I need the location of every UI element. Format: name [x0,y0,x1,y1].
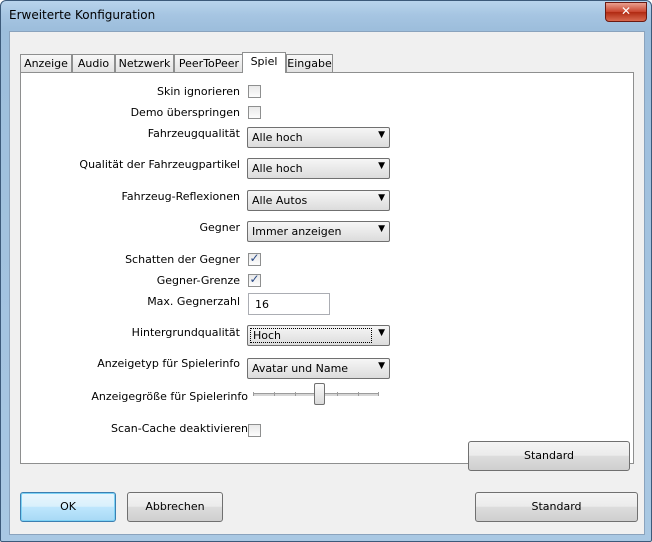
hintergrundqualitaet-value: Hoch [250,328,372,343]
standard-button[interactable]: Standard [475,492,638,522]
tab-spiel[interactable]: Spiel [242,52,286,73]
hintergrundqualitaet-select[interactable]: Hoch ▼ [247,325,390,346]
slider-tick [337,392,338,396]
scan-cache-label: Scan-Cache deaktivieren [110,422,248,435]
slider-tick [358,392,359,396]
chevron-down-icon: ▼ [378,161,385,171]
fahrzeug-reflexionen-label: Fahrzeug-Reflexionen [121,190,240,203]
skin-ignorieren-label: Skin ignorieren [157,85,240,98]
chevron-down-icon: ▼ [378,193,385,203]
demo-ueberspringen-checkbox[interactable] [248,106,261,119]
anzeigegroesse-spielerinfo-slider[interactable] [253,383,379,405]
spiel-tab-panel: Skin ignorieren Demo überspringen Fahrze… [20,72,634,464]
tab-audio[interactable]: Audio [72,54,115,72]
slider-tick [274,392,275,396]
fahrzeugpartikel-label: Qualität der Fahrzeugpartikel [79,158,240,171]
gegner-label: Gegner [199,221,240,234]
anzeigetyp-spielerinfo-value: Avatar und Name [252,362,349,375]
tab-anzeige[interactable]: Anzeige [20,54,72,72]
fahrzeug-reflexionen-value: Alle Autos [252,194,308,207]
title-bar[interactable]: Erweiterte Konfiguration ✕ [1,1,651,31]
slider-tick [295,392,296,396]
fahrzeugqualitaet-label: Fahrzeugqualität [147,127,240,140]
chevron-down-icon: ▼ [378,361,385,371]
gegner-grenze-checkbox[interactable]: ✓ [248,272,261,287]
skin-ignorieren-checkbox[interactable] [248,85,261,98]
tab-eingabe[interactable]: Eingabe [286,54,333,72]
ok-button[interactable]: OK [20,492,116,522]
anzeigetyp-spielerinfo-label: Anzeigetyp für Spielerinfo [97,357,240,370]
window-title: Erweiterte Konfiguration [9,8,156,22]
slider-thumb[interactable] [314,383,325,405]
fahrzeug-reflexionen-select[interactable]: Alle Autos ▼ [247,190,390,211]
chevron-down-icon: ▼ [378,328,385,338]
slider-tick [378,392,379,396]
scan-cache-checkbox[interactable] [248,424,261,437]
chevron-down-icon: ▼ [378,130,385,140]
max-gegnerzahl-input[interactable]: 16 [248,293,330,315]
fahrzeugpartikel-select[interactable]: Alle hoch ▼ [247,158,390,179]
gegner-select[interactable]: Immer anzeigen ▼ [247,221,390,242]
close-icon: ✕ [620,4,632,18]
dialog-window: Erweiterte Konfiguration ✕ Anzeige Audio… [0,0,652,542]
schatten-gegner-label: Schatten der Gegner [125,253,240,266]
gegner-grenze-label: Gegner-Grenze [156,274,240,287]
check-icon: ✓ [249,272,260,286]
check-icon: ✓ [249,251,260,265]
gegner-value: Immer anzeigen [252,225,342,238]
anzeigegroesse-spielerinfo-label: Anzeigegröße für Spielerinfo [91,390,248,403]
tab-peertopeer[interactable]: PeerToPeer [174,54,244,72]
tab-netzwerk[interactable]: Netzwerk [115,54,174,72]
max-gegnerzahl-label: Max. Gegnerzahl [147,295,240,308]
slider-tick [253,392,254,396]
close-button[interactable]: ✕ [605,2,647,22]
dialog-client-area: Anzeige Audio Netzwerk PeerToPeer Spiel … [9,31,645,535]
anzeigetyp-spielerinfo-select[interactable]: Avatar und Name ▼ [247,358,390,379]
chevron-down-icon: ▼ [378,224,385,234]
schatten-gegner-checkbox[interactable]: ✓ [248,251,261,266]
fahrzeugqualitaet-select[interactable]: Alle hoch ▼ [247,127,390,148]
demo-ueberspringen-label: Demo überspringen [130,106,240,119]
fahrzeugqualitaet-value: Alle hoch [252,131,303,144]
max-gegnerzahl-value: 16 [255,298,269,311]
tab-standard-button[interactable]: Standard [468,441,630,471]
fahrzeugpartikel-value: Alle hoch [252,162,303,175]
abbrechen-button[interactable]: Abbrechen [127,492,223,522]
hintergrundqualitaet-label: Hintergrundqualität [131,326,240,339]
